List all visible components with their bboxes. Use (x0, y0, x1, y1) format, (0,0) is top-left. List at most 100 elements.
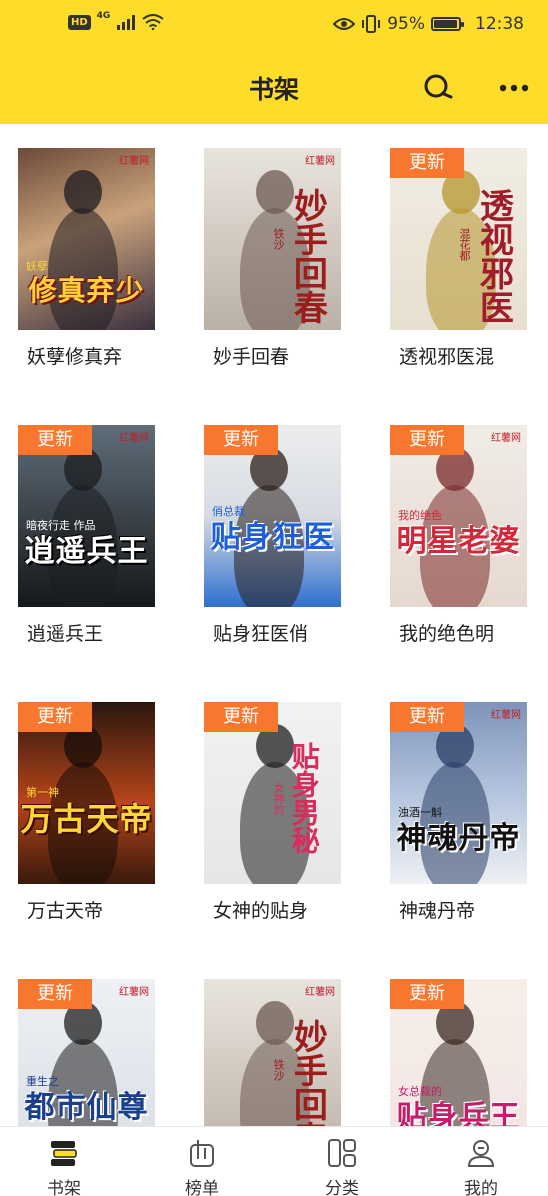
cover-title: 逍遥兵王 (24, 534, 149, 569)
cover-subtitle: 混花都 (458, 228, 471, 261)
cover-brand: 红薯网 (305, 156, 335, 167)
update-badge: 更新 (18, 425, 92, 455)
cover-title: 妙手回春 (287, 188, 328, 324)
book-item[interactable]: 都市仙尊 重生之 红薯网 更新 (18, 979, 178, 1126)
update-badge: 更新 (390, 979, 464, 1009)
book-title: 妖孽修真弃 (27, 346, 123, 368)
book-cover[interactable]: 明星老婆 我的绝色 红薯网 更新 (390, 425, 527, 607)
ranking-icon (190, 1140, 214, 1167)
cover-title: 修真弃少 (28, 274, 145, 307)
cover-subtitle: 重生之 (26, 1075, 59, 1088)
nav-bookshelf[interactable]: 书架 (4, 1127, 124, 1196)
cover-title: 贴身狂医 (210, 520, 335, 555)
hd-badge: HD (68, 14, 91, 30)
search-icon (424, 74, 453, 99)
book-cover[interactable]: 逍遥兵王 暗夜行走 作品 红薯网 更新 (18, 425, 155, 607)
more-button[interactable] (494, 70, 534, 106)
battery-percent: 95% (387, 14, 425, 34)
battery-level (434, 20, 457, 28)
cover-subtitle: 暗夜行走 作品 (26, 519, 96, 532)
book-item[interactable]: 贴身男秘 女神的 更新女神的贴身 (204, 702, 364, 932)
book-title: 妙手回春 (213, 346, 290, 368)
search-button[interactable] (420, 70, 456, 106)
vibrate-icon (362, 15, 381, 33)
book-title: 贴身狂医俏 (213, 623, 309, 645)
book-title: 我的绝色明 (399, 623, 495, 645)
battery-icon (431, 17, 464, 31)
page-title: 书架 (248, 75, 299, 104)
cover-subtitle: 铁沙 (272, 228, 285, 250)
clock: 12:38 (475, 14, 524, 34)
status-left: HD 4G (68, 11, 164, 30)
update-badge: 更新 (204, 425, 278, 455)
signal-icon (117, 15, 136, 30)
wifi-icon (142, 14, 164, 30)
book-title: 神魂丹帝 (399, 900, 476, 922)
update-badge: 更新 (390, 148, 464, 178)
bookshelf-grid: 修真弃少 妖孽 红薯网 妖孽修真弃 妙手回春 铁沙 红薯网 妙手回春 透视邪医 混花都 更新 透视邪医… (0, 124, 548, 1126)
bookshelf-icon (51, 1141, 77, 1166)
app-header: HD 4G 95% 12:38 书架 (0, 0, 548, 124)
cover-subtitle: 我的绝色 (398, 509, 442, 522)
book-cover[interactable]: 神魂丹帝 浊酒一斛 红薯网 更新 (390, 702, 527, 884)
cover-brand: 红薯网 (491, 433, 521, 444)
book-cover[interactable]: 贴身兵王 女总裁的 更新 (390, 979, 527, 1126)
category-icon (328, 1139, 356, 1167)
nav-profile[interactable]: 我的 (421, 1127, 541, 1196)
cover-subtitle: 妖孽 (26, 260, 48, 273)
book-title: 女神的贴身 (213, 900, 309, 922)
book-item[interactable]: 神魂丹帝 浊酒一斛 红薯网 更新 神魂丹帝 (390, 702, 548, 932)
nav-label-profile: 我的 (464, 1179, 498, 1196)
nav-label-category: 分类 (325, 1179, 359, 1196)
cover-title: 妙手回春 (287, 1019, 328, 1126)
cover-subtitle: 第一神 (26, 786, 59, 799)
book-item[interactable]: 明星老婆 我的绝色 红薯网 更新我的绝色明 (390, 425, 548, 655)
update-badge: 更新 (390, 425, 464, 455)
nav-label-bookshelf: 书架 (47, 1179, 81, 1196)
bottom-nav: 书架 榜单 分类 我的 (0, 1126, 548, 1196)
cover-title: 贴身兵王 (396, 1100, 521, 1126)
book-item[interactable]: 妙手回春 铁沙 红薯网 妙手回春 (204, 148, 364, 378)
book-cover[interactable]: 透视邪医 混花都 更新 (390, 148, 527, 330)
cover-title: 万古天帝 (20, 800, 153, 838)
status-right: 95% 12:38 (333, 14, 524, 34)
book-item[interactable]: 贴身狂医 俏总裁 更新贴身狂医俏 (204, 425, 364, 655)
book-cover[interactable]: 修真弃少 妖孽 红薯网 (18, 148, 155, 330)
book-cover[interactable]: 贴身男秘 女神的 更新 (204, 702, 341, 884)
book-cover[interactable]: 万古天帝 第一神 更新 (18, 702, 155, 884)
cover-subtitle: 女总裁的 (398, 1085, 442, 1098)
cover-subtitle: 铁沙 (272, 1059, 285, 1081)
cover-title: 都市仙尊 (24, 1090, 149, 1125)
nav-category[interactable]: 分类 (282, 1127, 402, 1196)
cover-brand: 红薯网 (119, 156, 149, 167)
book-title: 万古天帝 (27, 900, 104, 922)
status-bar: HD 4G 95% 12:38 (0, 0, 548, 54)
book-item[interactable]: 妙手回春 铁沙 红薯网 (204, 979, 364, 1126)
cover-title: 透视邪医 (473, 188, 514, 324)
book-cover[interactable]: 贴身狂医 俏总裁 更新 (204, 425, 341, 607)
book-item[interactable]: 万古天帝 第一神 更新 万古天帝 (18, 702, 178, 932)
book-title: 透视邪医混 (399, 346, 495, 368)
more-icon (499, 84, 529, 92)
cover-title: 明星老婆 (396, 524, 521, 559)
network-label: 4G (96, 11, 111, 21)
cover-subtitle: 浊酒一斛 (398, 806, 442, 819)
update-badge: 更新 (18, 702, 92, 732)
book-cover[interactable]: 都市仙尊 重生之 红薯网 更新 (18, 979, 155, 1126)
cover-brand: 红薯网 (305, 987, 335, 998)
book-item[interactable]: 修真弃少 妖孽 红薯网妖孽修真弃 (18, 148, 178, 378)
cover-figure-body (48, 208, 118, 330)
nav-label-ranking: 榜单 (185, 1179, 219, 1196)
cover-title: 神魂丹帝 (396, 821, 521, 856)
book-cover[interactable]: 妙手回春 铁沙 红薯网 (204, 148, 341, 330)
cover-brand: 红薯网 (119, 433, 149, 444)
book-item[interactable]: 透视邪医 混花都 更新透视邪医混 (390, 148, 548, 378)
cover-title: 贴身男秘 (287, 742, 321, 854)
book-cover[interactable]: 妙手回春 铁沙 红薯网 (204, 979, 341, 1126)
cover-subtitle: 俏总裁 (212, 505, 245, 518)
nav-ranking[interactable]: 榜单 (142, 1127, 262, 1196)
update-badge: 更新 (390, 702, 464, 732)
book-item[interactable]: 逍遥兵王 暗夜行走 作品 红薯网 更新 逍遥兵王 (18, 425, 178, 655)
book-item[interactable]: 贴身兵王 女总裁的 更新 (390, 979, 548, 1126)
eye-icon (333, 18, 356, 30)
